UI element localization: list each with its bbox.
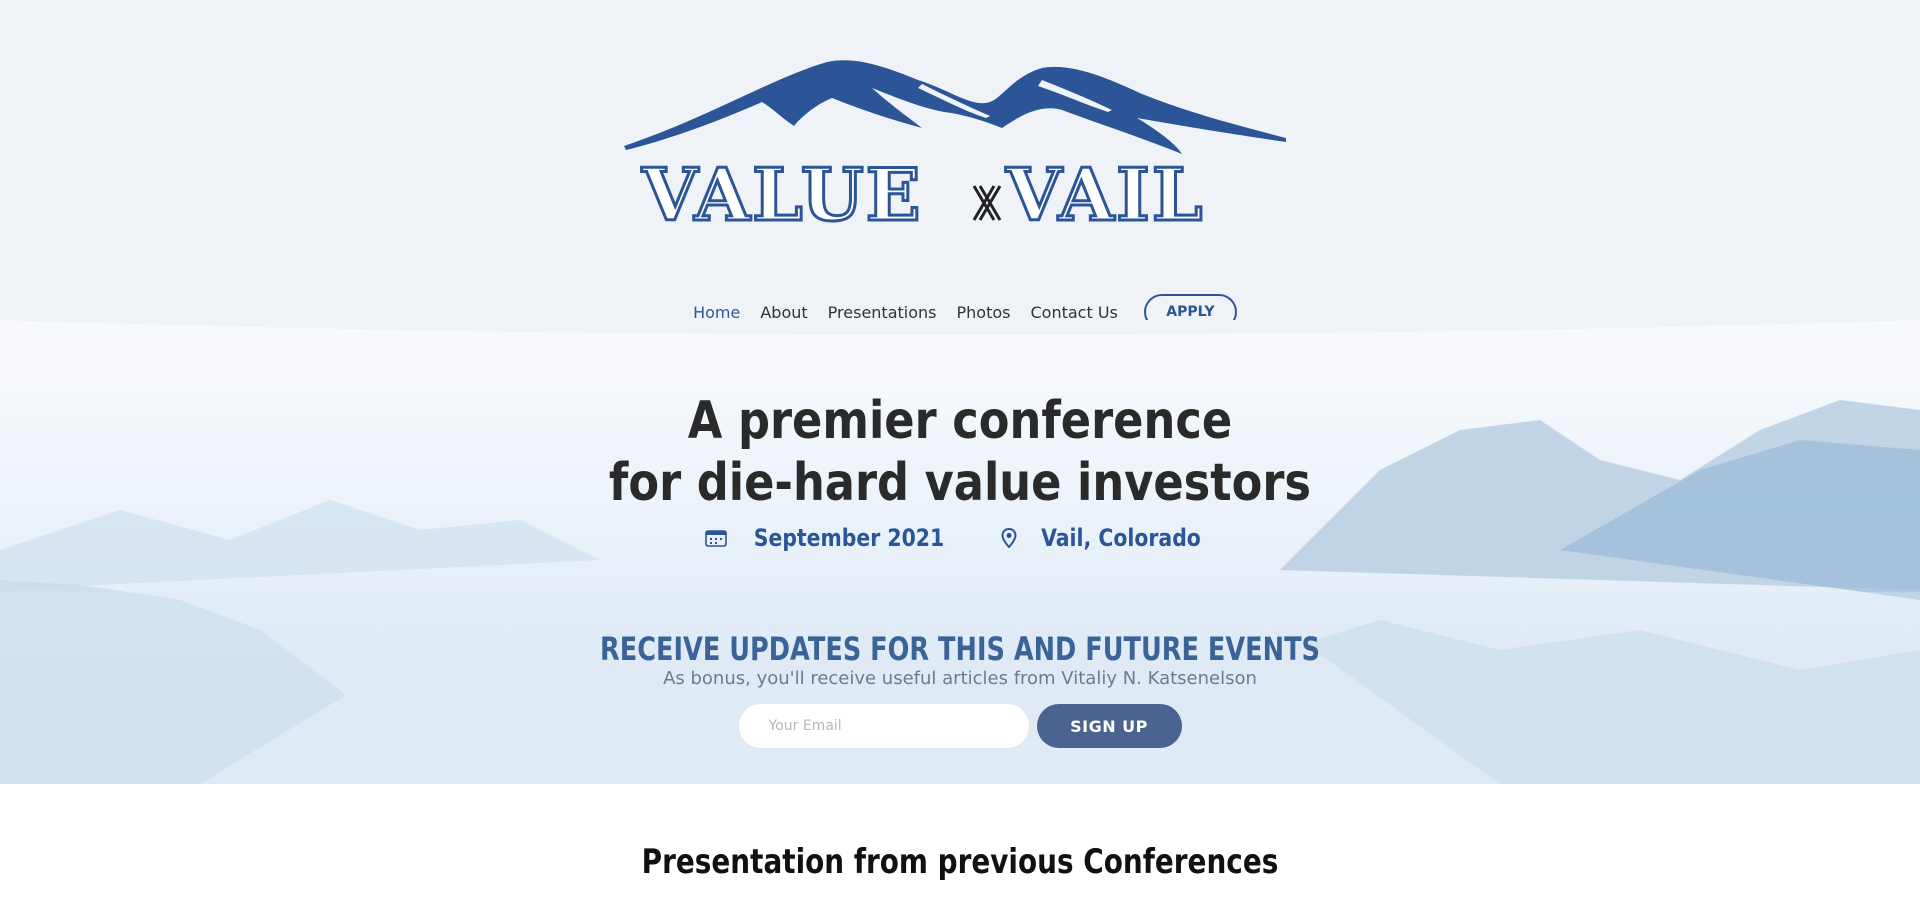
event-location-text: Vail, Colorado [1041, 524, 1201, 552]
nav-presentations[interactable]: Presentations [828, 303, 937, 322]
email-input[interactable] [738, 704, 1029, 748]
nav-photos[interactable]: Photos [957, 303, 1011, 322]
previous-conferences-heading: Presentation from previous Conferences [641, 842, 1279, 882]
map-pin-icon [1001, 528, 1017, 548]
site-header: VALUE VAIL Home About Presentations Phot… [0, 0, 1920, 345]
event-date-text: September 2021 [753, 524, 945, 552]
crossed-skis-icon [972, 185, 1002, 221]
signup-form: SIGN UP [0, 704, 1920, 748]
mountain-logo-icon: VALUE VAIL [624, 60, 1286, 228]
hero-title-line-1: A premier conference [687, 391, 1233, 451]
nav-contact-us[interactable]: Contact Us [1030, 303, 1117, 322]
nav-home[interactable]: Home [693, 303, 740, 322]
hero-title: A premier conference for die-hard value … [134, 390, 1785, 514]
event-meta: September 2021 Vail, Colorado [0, 522, 1920, 554]
sign-up-button[interactable]: SIGN UP [1036, 704, 1182, 748]
logo-word-vail: VAIL [1005, 152, 1204, 228]
updates-subtitle: As bonus, you'll receive useful articles… [663, 668, 1257, 689]
updates-heading: RECEIVE UPDATES FOR THIS AND FUTURE EVEN… [600, 630, 1320, 668]
logo-word-value: VALUE [641, 152, 923, 228]
header-curve-divider [0, 320, 1920, 390]
hero-section: A premier conference for die-hard value … [0, 390, 1920, 784]
hero-title-line-2: for die-hard value investors [608, 453, 1312, 513]
event-date: September 2021 [705, 524, 961, 552]
calendar-icon [705, 530, 727, 547]
event-location: Vail, Colorado [1001, 524, 1215, 552]
nav-about[interactable]: About [760, 303, 807, 322]
value-x-vail-logo[interactable]: VALUE VAIL [622, 58, 1288, 228]
